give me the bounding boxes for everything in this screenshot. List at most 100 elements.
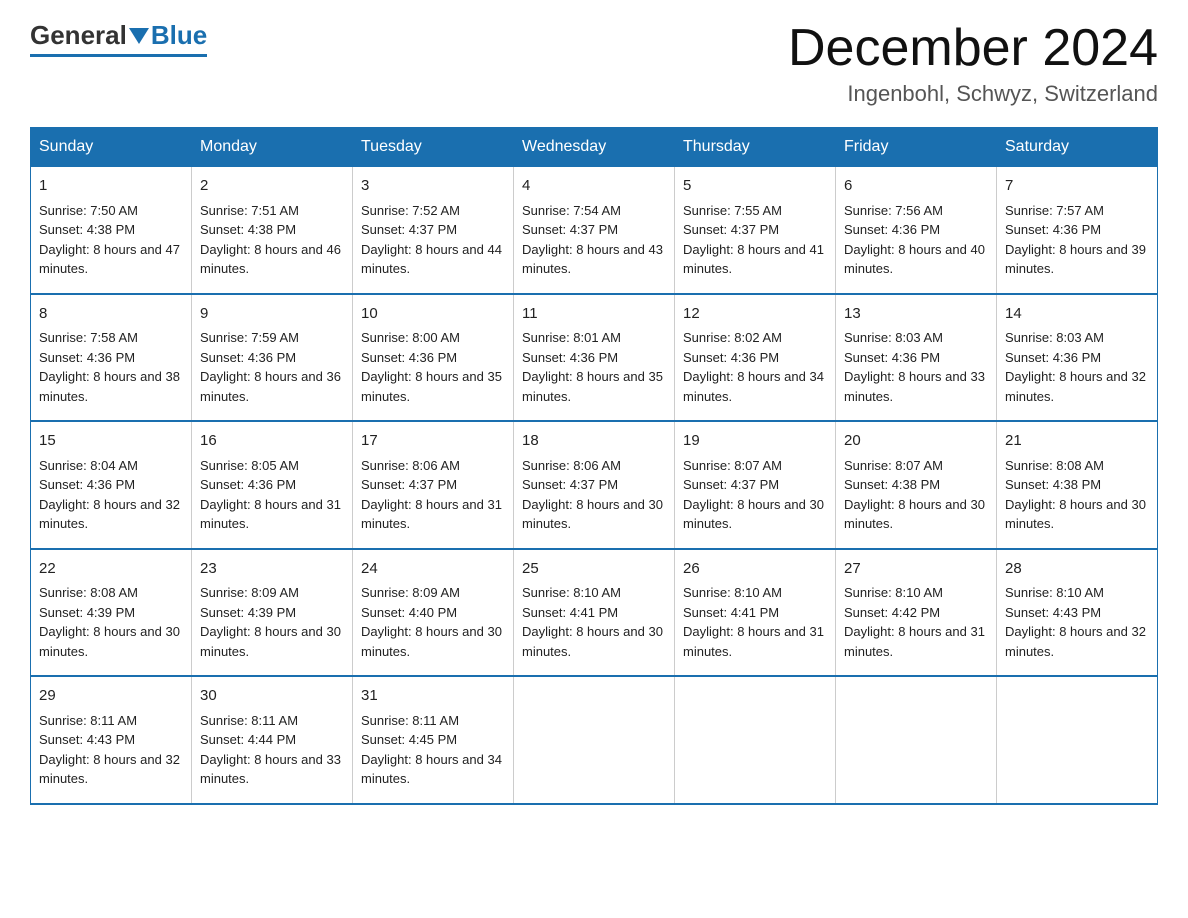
sunrise-text: Sunrise: 8:10 AM [683,585,782,600]
sunrise-text: Sunrise: 7:59 AM [200,330,299,345]
day-number: 11 [522,303,666,326]
sunset-text: Sunset: 4:36 PM [200,477,296,492]
sunrise-text: Sunrise: 8:11 AM [361,713,459,728]
sunset-text: Sunset: 4:36 PM [1005,222,1101,237]
daylight-text: Daylight: 8 hours and 38 minutes. [39,369,180,404]
sunrise-text: Sunrise: 8:01 AM [522,330,621,345]
calendar-cell: 14Sunrise: 8:03 AMSunset: 4:36 PMDayligh… [997,294,1158,422]
col-header-thursday: Thursday [675,128,836,167]
calendar-cell: 2Sunrise: 7:51 AMSunset: 4:38 PMDaylight… [192,167,353,294]
sunrise-text: Sunrise: 8:07 AM [683,458,782,473]
calendar-cell: 7Sunrise: 7:57 AMSunset: 4:36 PMDaylight… [997,167,1158,294]
daylight-text: Daylight: 8 hours and 30 minutes. [844,497,985,532]
sunset-text: Sunset: 4:38 PM [39,222,135,237]
day-number: 1 [39,175,183,198]
day-number: 27 [844,558,988,581]
col-header-tuesday: Tuesday [353,128,514,167]
daylight-text: Daylight: 8 hours and 31 minutes. [361,497,502,532]
calendar-cell: 21Sunrise: 8:08 AMSunset: 4:38 PMDayligh… [997,421,1158,549]
calendar-week-row: 15 Sunrise: 8:04 AM Sunset: 4:36 PM Dayligh… [31,421,1158,549]
location-text: Ingenbohl, Schwyz, Switzerland [788,81,1158,107]
day-number: 14 [1005,303,1149,326]
calendar-cell: 20Sunrise: 8:07 AMSunset: 4:38 PMDayligh… [836,421,997,549]
daylight-text: Daylight: 8 hours and 32 minutes. [1005,369,1146,404]
calendar-table: SundayMondayTuesdayWednesdayThursdayFrid… [30,127,1158,805]
daylight-text: Daylight: 8 hours and 30 minutes. [200,624,341,659]
sunrise-text: Sunrise: 8:06 AM [522,458,621,473]
daylight-text: Daylight: 8 hours and 32 minutes. [39,497,180,532]
calendar-cell [997,676,1158,804]
daylight-text: Daylight: 8 hours and 44 minutes. [361,242,502,277]
sunrise-text: Sunrise: 7:54 AM [522,203,621,218]
sunset-text: Sunset: 4:37 PM [361,477,457,492]
day-number: 2 [200,175,344,198]
day-number: 9 [200,303,344,326]
day-number: 23 [200,558,344,581]
sunset-text: Sunset: 4:42 PM [844,605,940,620]
day-number: 13 [844,303,988,326]
sunset-text: Sunset: 4:39 PM [200,605,296,620]
day-number: 15 [39,430,183,453]
daylight-text: Daylight: 8 hours and 31 minutes. [200,497,341,532]
calendar-cell: 1Sunrise: 7:50 AMSunset: 4:38 PMDaylight… [31,167,192,294]
sunrise-text: Sunrise: 8:10 AM [522,585,621,600]
calendar-cell: 5Sunrise: 7:55 AMSunset: 4:37 PMDaylight… [675,167,836,294]
logo: General Blue [30,20,207,57]
day-number: 3 [361,175,505,198]
sunrise-text: Sunrise: 7:52 AM [361,203,460,218]
calendar-cell: 8Sunrise: 7:58 AMSunset: 4:36 PMDaylight… [31,294,192,422]
daylight-text: Daylight: 8 hours and 30 minutes. [39,624,180,659]
sunrise-text: Sunrise: 7:55 AM [683,203,782,218]
sunset-text: Sunset: 4:44 PM [200,732,296,747]
sunrise-text: Sunrise: 8:05 AM [200,458,299,473]
calendar-cell: 17Sunrise: 8:06 AMSunset: 4:37 PMDayligh… [353,421,514,549]
daylight-text: Daylight: 8 hours and 30 minutes. [1005,497,1146,532]
sunset-text: Sunset: 4:36 PM [361,350,457,365]
daylight-text: Daylight: 8 hours and 47 minutes. [39,242,180,277]
daylight-text: Daylight: 8 hours and 30 minutes. [361,624,502,659]
sunset-text: Sunset: 4:36 PM [844,350,940,365]
day-number: 4 [522,175,666,198]
daylight-text: Daylight: 8 hours and 34 minutes. [683,369,824,404]
calendar-cell: 26Sunrise: 8:10 AMSunset: 4:41 PMDayligh… [675,549,836,677]
sunrise-text: Sunrise: 8:04 AM [39,458,138,473]
calendar-cell: 4Sunrise: 7:54 AMSunset: 4:37 PMDaylight… [514,167,675,294]
daylight-text: Daylight: 8 hours and 35 minutes. [361,369,502,404]
calendar-cell: 12Sunrise: 8:02 AMSunset: 4:36 PMDayligh… [675,294,836,422]
calendar-cell: 29Sunrise: 8:11 AMSunset: 4:43 PMDayligh… [31,676,192,804]
col-header-saturday: Saturday [997,128,1158,167]
day-number: 12 [683,303,827,326]
logo-triangle-icon [129,28,149,44]
daylight-text: Daylight: 8 hours and 30 minutes. [683,497,824,532]
sunrise-text: Sunrise: 8:11 AM [39,713,137,728]
sunrise-text: Sunrise: 8:08 AM [39,585,138,600]
sunset-text: Sunset: 4:43 PM [1005,605,1101,620]
calendar-cell: 31Sunrise: 8:11 AMSunset: 4:45 PMDayligh… [353,676,514,804]
sunset-text: Sunset: 4:36 PM [39,477,135,492]
sunset-text: Sunset: 4:36 PM [683,350,779,365]
page-header: General Blue December 2024 Ingenbohl, Sc… [30,20,1158,107]
daylight-text: Daylight: 8 hours and 33 minutes. [200,752,341,787]
daylight-text: Daylight: 8 hours and 40 minutes. [844,242,985,277]
sunset-text: Sunset: 4:41 PM [522,605,618,620]
day-number: 25 [522,558,666,581]
calendar-cell: 30Sunrise: 8:11 AMSunset: 4:44 PMDayligh… [192,676,353,804]
calendar-cell: 19Sunrise: 8:07 AMSunset: 4:37 PMDayligh… [675,421,836,549]
sunset-text: Sunset: 4:37 PM [522,222,618,237]
sunset-text: Sunset: 4:39 PM [39,605,135,620]
day-number: 31 [361,685,505,708]
calendar-week-row: 1Sunrise: 7:50 AMSunset: 4:38 PMDaylight… [31,167,1158,294]
daylight-text: Daylight: 8 hours and 39 minutes. [1005,242,1146,277]
sunrise-text: Sunrise: 8:00 AM [361,330,460,345]
day-number: 8 [39,303,183,326]
calendar-cell: 9Sunrise: 7:59 AMSunset: 4:36 PMDaylight… [192,294,353,422]
calendar-cell: 25Sunrise: 8:10 AMSunset: 4:41 PMDayligh… [514,549,675,677]
col-header-wednesday: Wednesday [514,128,675,167]
sunset-text: Sunset: 4:43 PM [39,732,135,747]
calendar-cell: 11Sunrise: 8:01 AMSunset: 4:36 PMDayligh… [514,294,675,422]
sunset-text: Sunset: 4:36 PM [200,350,296,365]
day-number: 29 [39,685,183,708]
sunset-text: Sunset: 4:37 PM [522,477,618,492]
sunrise-text: Sunrise: 8:09 AM [200,585,299,600]
sunset-text: Sunset: 4:40 PM [361,605,457,620]
